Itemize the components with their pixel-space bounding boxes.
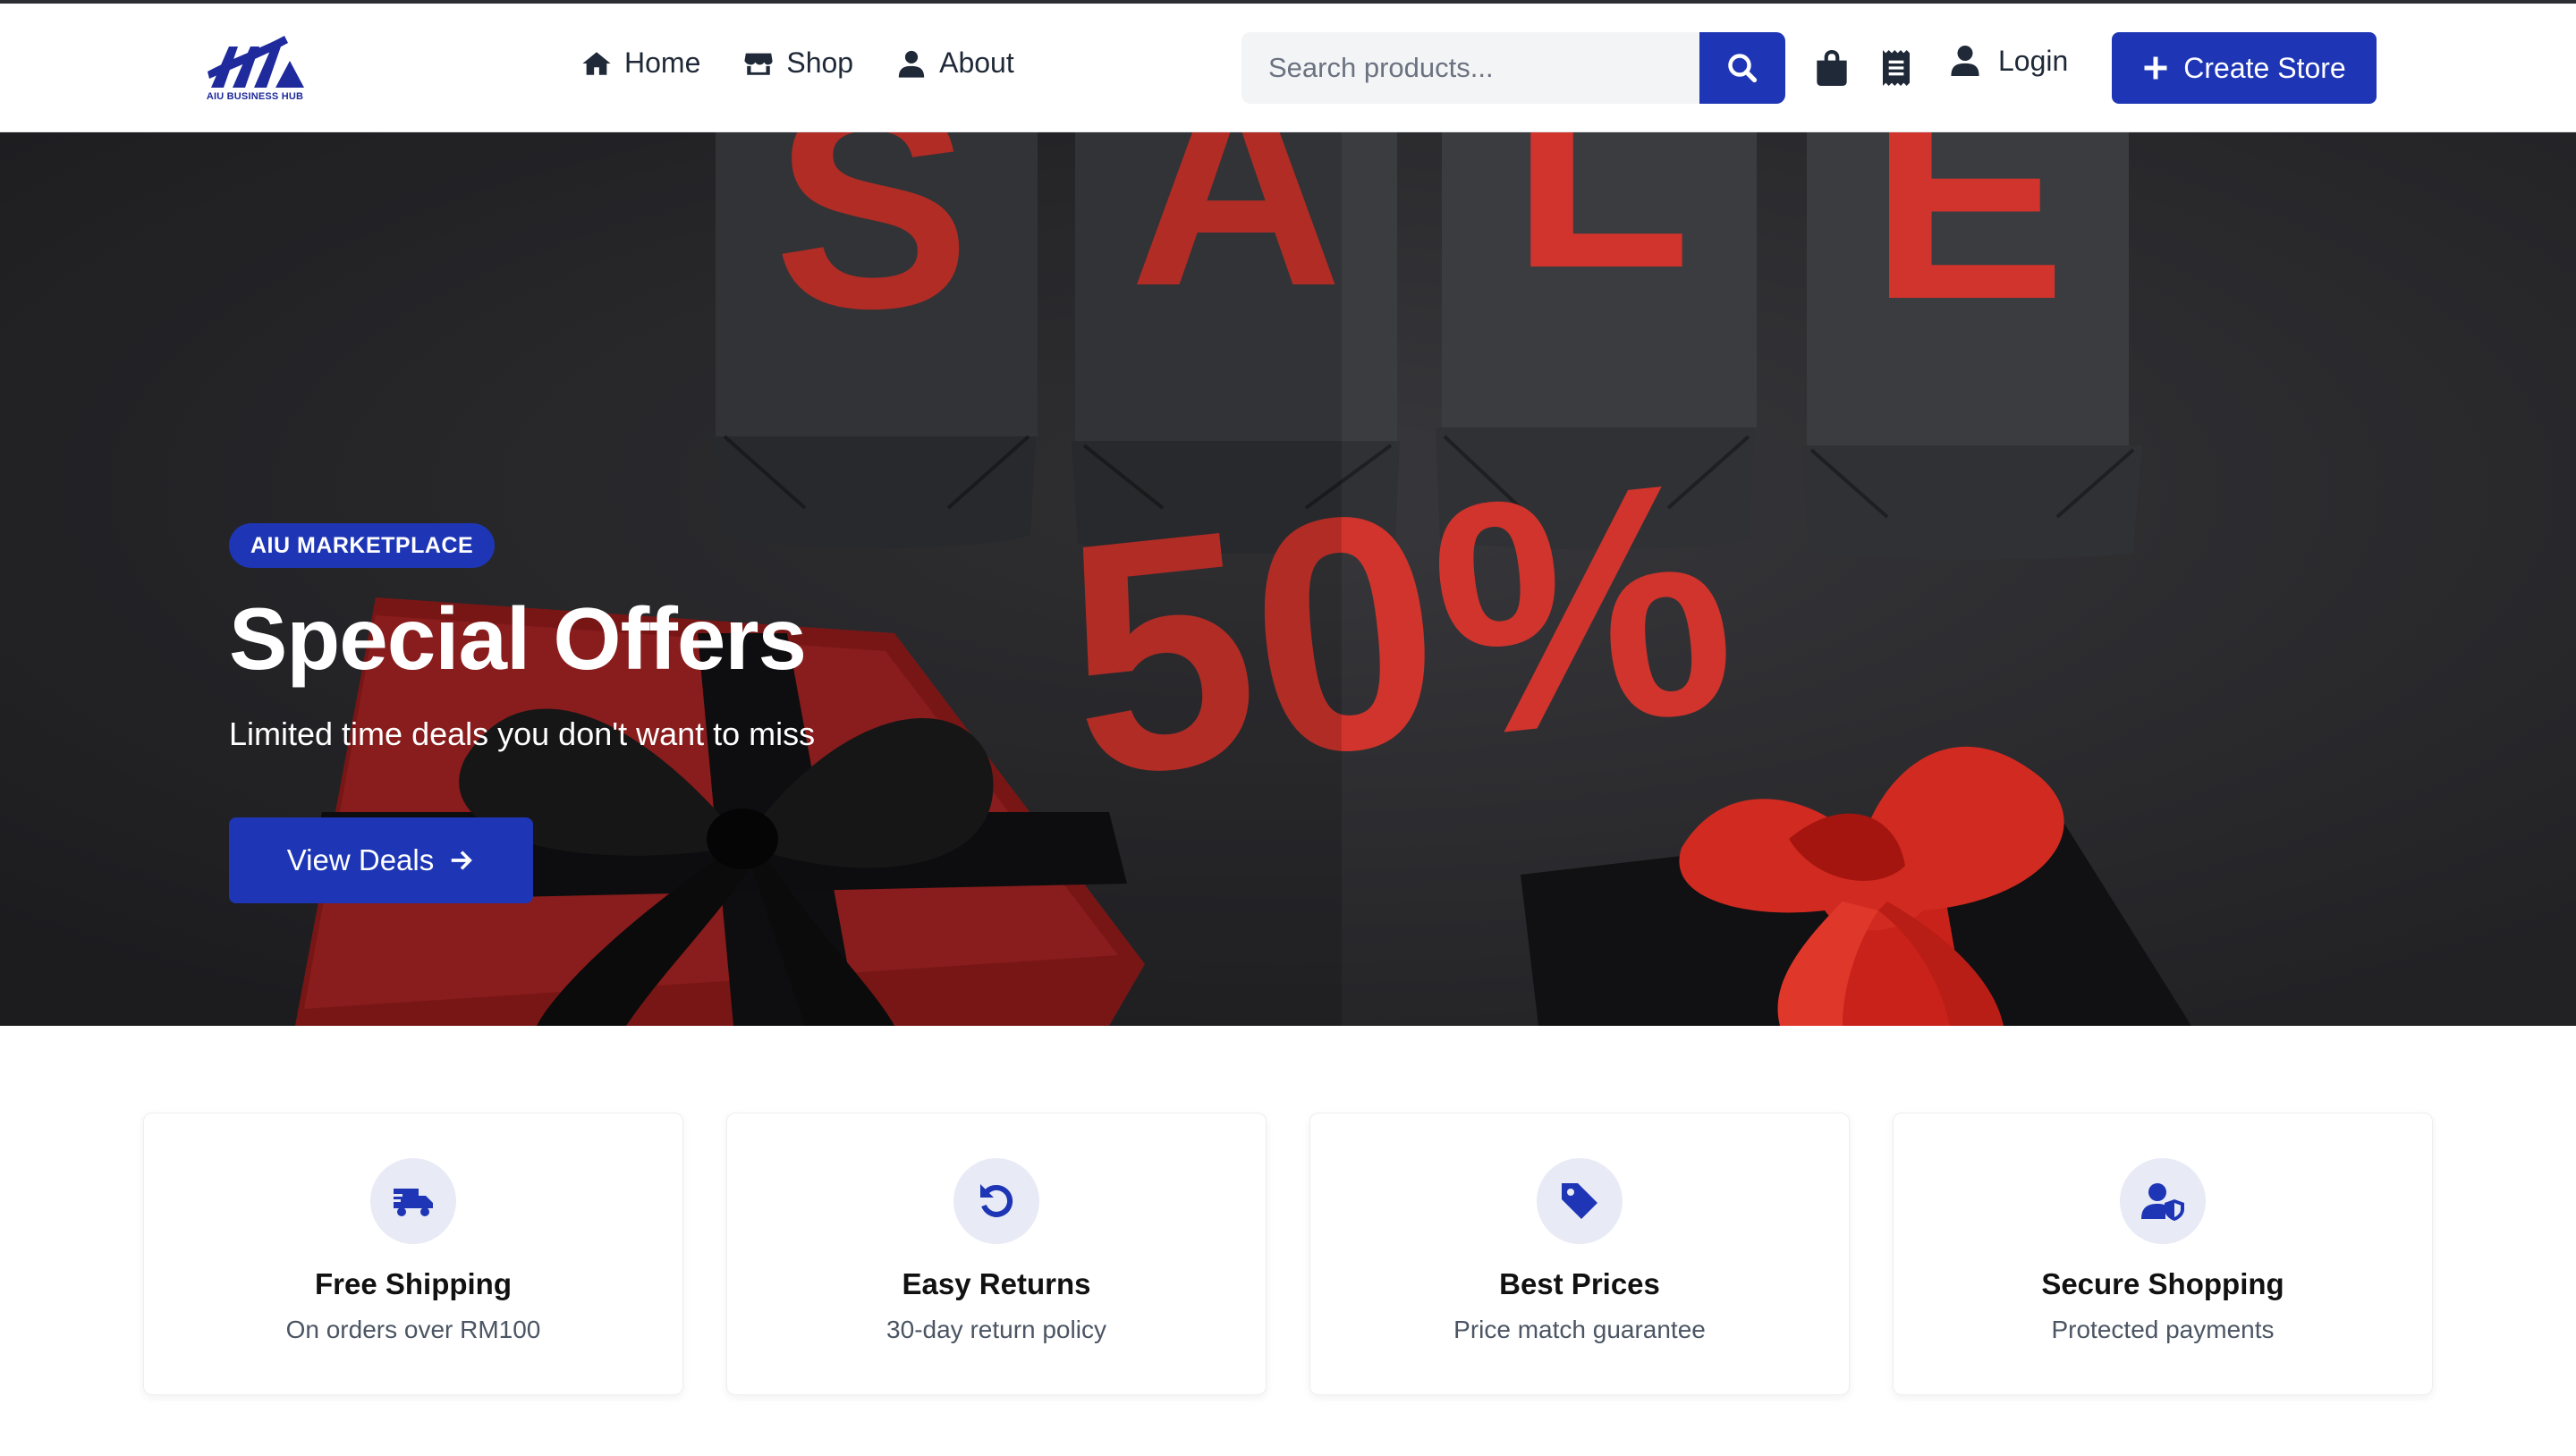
feature-icon-wrap (1537, 1158, 1623, 1244)
feature-card-best-prices: Best Prices Price match guarantee (1309, 1113, 1850, 1395)
feature-icon-wrap (370, 1158, 456, 1244)
feature-card-free-shipping: Free Shipping On orders over RM100 (143, 1113, 683, 1395)
user-icon (898, 50, 925, 78)
view-deals-label: View Deals (286, 843, 435, 876)
main-menu: Home Shop About (581, 47, 1014, 80)
sale-letter-l: L (1511, 132, 1691, 329)
nav-about[interactable]: About (896, 47, 1014, 80)
feature-desc: 30-day return policy (886, 1316, 1106, 1343)
nav-shop[interactable]: Shop (743, 47, 853, 80)
hero-carousel: S A L E 50% AIU MARKETPLACE Special Offe… (0, 132, 2576, 1026)
shopping-bag-icon (1817, 50, 1847, 86)
nav-home-label: Home (624, 47, 701, 79)
nav-about-label: About (939, 47, 1014, 79)
undo-icon (980, 1184, 1013, 1217)
hero-badge: AIU MARKETPLACE (229, 523, 496, 568)
feature-title: Best Prices (1499, 1267, 1660, 1300)
feature-icon-wrap (2120, 1158, 2206, 1244)
arrow-right-icon (451, 851, 473, 870)
user-icon (1951, 46, 1979, 76)
sale-letter-e: E (1869, 132, 2066, 360)
tag-icon (1562, 1183, 1597, 1219)
receipt-icon (1883, 50, 1910, 86)
login-label: Login (1998, 44, 2069, 77)
nav-home[interactable]: Home (581, 47, 700, 80)
features-row: Free Shipping On orders over RM100 Easy … (143, 1113, 2433, 1395)
plus-icon (2144, 56, 2167, 80)
orders-button[interactable] (1877, 47, 1916, 89)
navbar: AIU BUSINESS HUB Home Shop About Login C… (0, 4, 2576, 132)
feature-card-easy-returns: Easy Returns 30-day return policy (726, 1113, 1267, 1395)
hero-subtitle: Limited time deals you don't want to mis… (229, 715, 816, 752)
feature-desc: Protected payments (2051, 1316, 2275, 1343)
feature-title: Secure Shopping (2041, 1267, 2284, 1300)
hero-title: Special Offers (229, 589, 807, 688)
feature-card-secure-shopping: Secure Shopping Protected payments (1893, 1113, 2433, 1395)
nav-shop-label: Shop (786, 47, 854, 79)
create-store-button[interactable]: Create Store (2112, 32, 2377, 104)
search-button[interactable] (1699, 32, 1785, 104)
search-bar (1241, 32, 1785, 104)
create-store-label: Create Store (2183, 51, 2346, 84)
feature-icon-wrap (953, 1158, 1039, 1244)
view-deals-button[interactable]: View Deals (229, 817, 533, 903)
search-icon (1728, 54, 1758, 83)
feature-desc: Price match guarantee (1453, 1316, 1706, 1343)
shield-user-icon (2141, 1183, 2184, 1221)
store-icon (744, 53, 773, 75)
cart-button[interactable] (1812, 47, 1852, 89)
feature-title: Easy Returns (902, 1267, 1091, 1300)
feature-title: Free Shipping (314, 1267, 512, 1300)
feature-desc: On orders over RM100 (285, 1316, 541, 1343)
brand-logo-text: AIU BUSINESS HUB (206, 91, 304, 102)
search-input[interactable] (1241, 32, 1699, 104)
home-icon (582, 51, 611, 75)
truck-icon (392, 1189, 433, 1216)
login-button[interactable]: Login (1950, 43, 2068, 79)
